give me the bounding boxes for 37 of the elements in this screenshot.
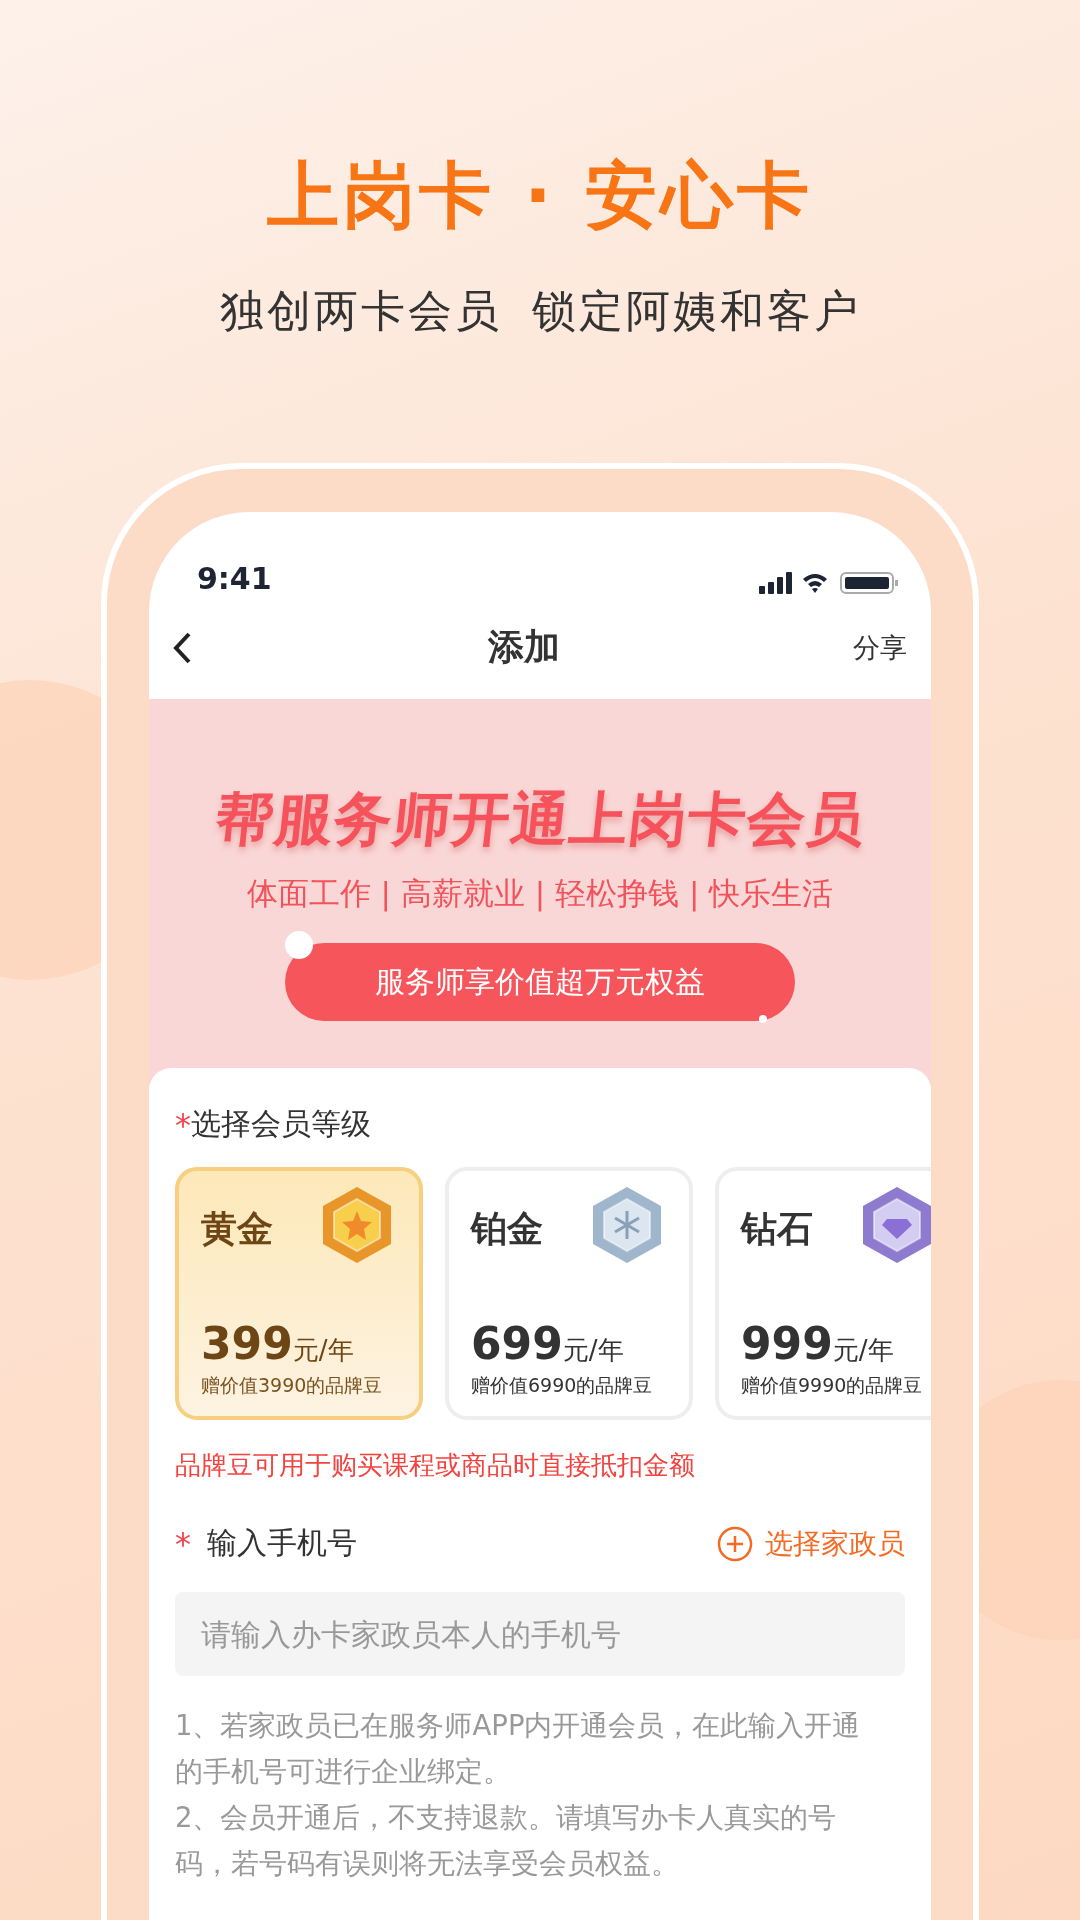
promo-title: 上岗卡 · 安心卡 xyxy=(267,152,813,239)
tier-name: 黄金 xyxy=(201,1207,273,1251)
required-mark: * xyxy=(175,1524,191,1563)
tier-name: 铂金 xyxy=(471,1207,543,1251)
banner-tagline: 体面工作 | 高薪就业 | 轻松挣钱 | 快乐生活 xyxy=(246,874,834,914)
notice-text: 1、若家政员已在服务师APP内开通会员，在此输入开通的手机号可进行企业绑定。 xyxy=(175,1708,862,1789)
tier-price: 999 xyxy=(741,1318,833,1369)
tier-name: 钻石 xyxy=(741,1207,813,1251)
tier-bonus: 赠价值9990的品牌豆 xyxy=(741,1373,924,1398)
battery-icon xyxy=(840,572,898,594)
price-unit: 元/年 xyxy=(562,1334,624,1367)
price-unit: 元/年 xyxy=(292,1334,354,1367)
signal-icon xyxy=(759,572,792,594)
membership-option[interactable]: 黄金 399元/年 赠价值3990的品牌豆 xyxy=(175,1167,423,1420)
price-unit: 元/年 xyxy=(832,1334,894,1367)
wifi-icon xyxy=(803,574,827,593)
membership-option[interactable]: 铂金 699元/年 赠价值6990的品牌豆 xyxy=(445,1167,693,1420)
bonus-note: 品牌豆可用于购买课程或商品时直接抵扣金额 xyxy=(175,1449,696,1482)
nav-title: 添加 xyxy=(488,625,560,669)
tier-price: 699 xyxy=(471,1318,563,1369)
section-label: 输入手机号 xyxy=(207,1524,357,1562)
tier-bonus: 赠价值6990的品牌豆 xyxy=(471,1373,654,1398)
decor-dot xyxy=(759,1015,767,1023)
tier-price: 399 xyxy=(201,1318,293,1369)
phone-input[interactable]: 请输入办卡家政员本人的手机号 xyxy=(175,1592,905,1676)
tier-bonus: 赠价值3990的品牌豆 xyxy=(201,1373,384,1398)
section-label: 选择会员等级 xyxy=(191,1105,371,1143)
banner-headline: 帮服务师开通上岗卡会员 xyxy=(211,784,869,855)
promo-subtitle: 独创两卡会员 xyxy=(219,284,502,338)
plus-circle-icon xyxy=(717,1525,753,1562)
notice-text: 2、会员开通后，不支持退款。请填写办卡人真实的号码，若号码有误则将无法享受会员权益。 xyxy=(175,1800,838,1881)
share-button[interactable]: 分享 xyxy=(853,629,907,666)
status-time: 9:41 xyxy=(197,561,272,596)
decor-dot xyxy=(285,931,313,959)
promo-subtitle: 锁定阿姨和客户 xyxy=(531,284,861,338)
required-mark: * xyxy=(175,1105,191,1144)
membership-option[interactable]: 钻石 999元/年 赠价值9990的品牌豆 xyxy=(715,1167,931,1420)
